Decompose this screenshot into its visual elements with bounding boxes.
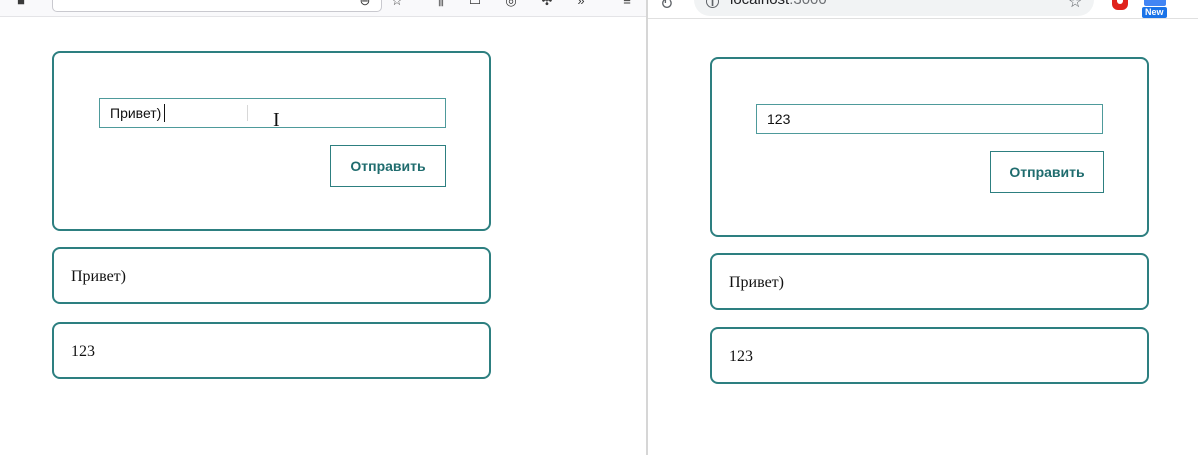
- browser-toolbar: ↻ i localhost:3000 ☆ New: [648, 0, 1198, 19]
- extension-new-badge: New: [1142, 7, 1167, 18]
- send-button[interactable]: Отправить: [330, 145, 446, 187]
- message-text: 123: [729, 348, 753, 365]
- url-port: :3000: [789, 0, 827, 8]
- extension-icon[interactable]: [1112, 0, 1128, 10]
- menu-icon[interactable]: ≡: [620, 0, 634, 8]
- message-input-value: 123: [767, 111, 791, 127]
- reader-icon[interactable]: ⊖: [358, 0, 372, 8]
- text-caret: [164, 104, 165, 122]
- extension-new-icon[interactable]: [1144, 0, 1166, 6]
- reload-icon[interactable]: ↻: [660, 0, 673, 14]
- cursor-ghost: [247, 105, 248, 121]
- bookmark-star-icon[interactable]: ☆: [1068, 0, 1082, 12]
- sidebar-icon[interactable]: ▭: [468, 0, 482, 8]
- overflow-chevron-icon[interactable]: »: [574, 0, 588, 8]
- message-form-card: Привет) I Отправить: [52, 51, 491, 231]
- text-cursor-icon: I: [273, 109, 280, 131]
- message-input[interactable]: 123: [756, 104, 1103, 134]
- message-text: Привет): [729, 274, 784, 291]
- url-text: localhost:3000: [730, 0, 827, 8]
- right-browser-window: ↻ i localhost:3000 ☆ New 123 Отправить П…: [648, 0, 1198, 455]
- lock-icon: ■: [17, 0, 25, 8]
- left-browser-window: ■ ⊖ ☆ ⫼ ▭ ◎ ✣ » ≡ Привет) I Отправить Пр…: [0, 0, 647, 455]
- message-card: 123: [710, 327, 1149, 384]
- extensions-icon[interactable]: ✣: [540, 0, 554, 8]
- message-text: Привет): [71, 268, 126, 285]
- address-bar[interactable]: [52, 0, 382, 12]
- browser-toolbar: ■ ⊖ ☆ ⫼ ▭ ◎ ✣ » ≡: [0, 0, 647, 17]
- account-icon[interactable]: ◎: [504, 0, 518, 8]
- url-host: localhost: [730, 0, 789, 8]
- bookmark-star-icon[interactable]: ☆: [390, 0, 404, 8]
- message-card: Привет): [710, 253, 1149, 310]
- message-card: Привет): [52, 247, 491, 304]
- message-card: 123: [52, 322, 491, 379]
- message-text: 123: [71, 343, 95, 360]
- send-button[interactable]: Отправить: [990, 151, 1104, 193]
- message-form-card: 123 Отправить: [710, 57, 1149, 237]
- message-input-value: Привет): [110, 105, 162, 121]
- library-icon[interactable]: ⫼: [434, 0, 448, 8]
